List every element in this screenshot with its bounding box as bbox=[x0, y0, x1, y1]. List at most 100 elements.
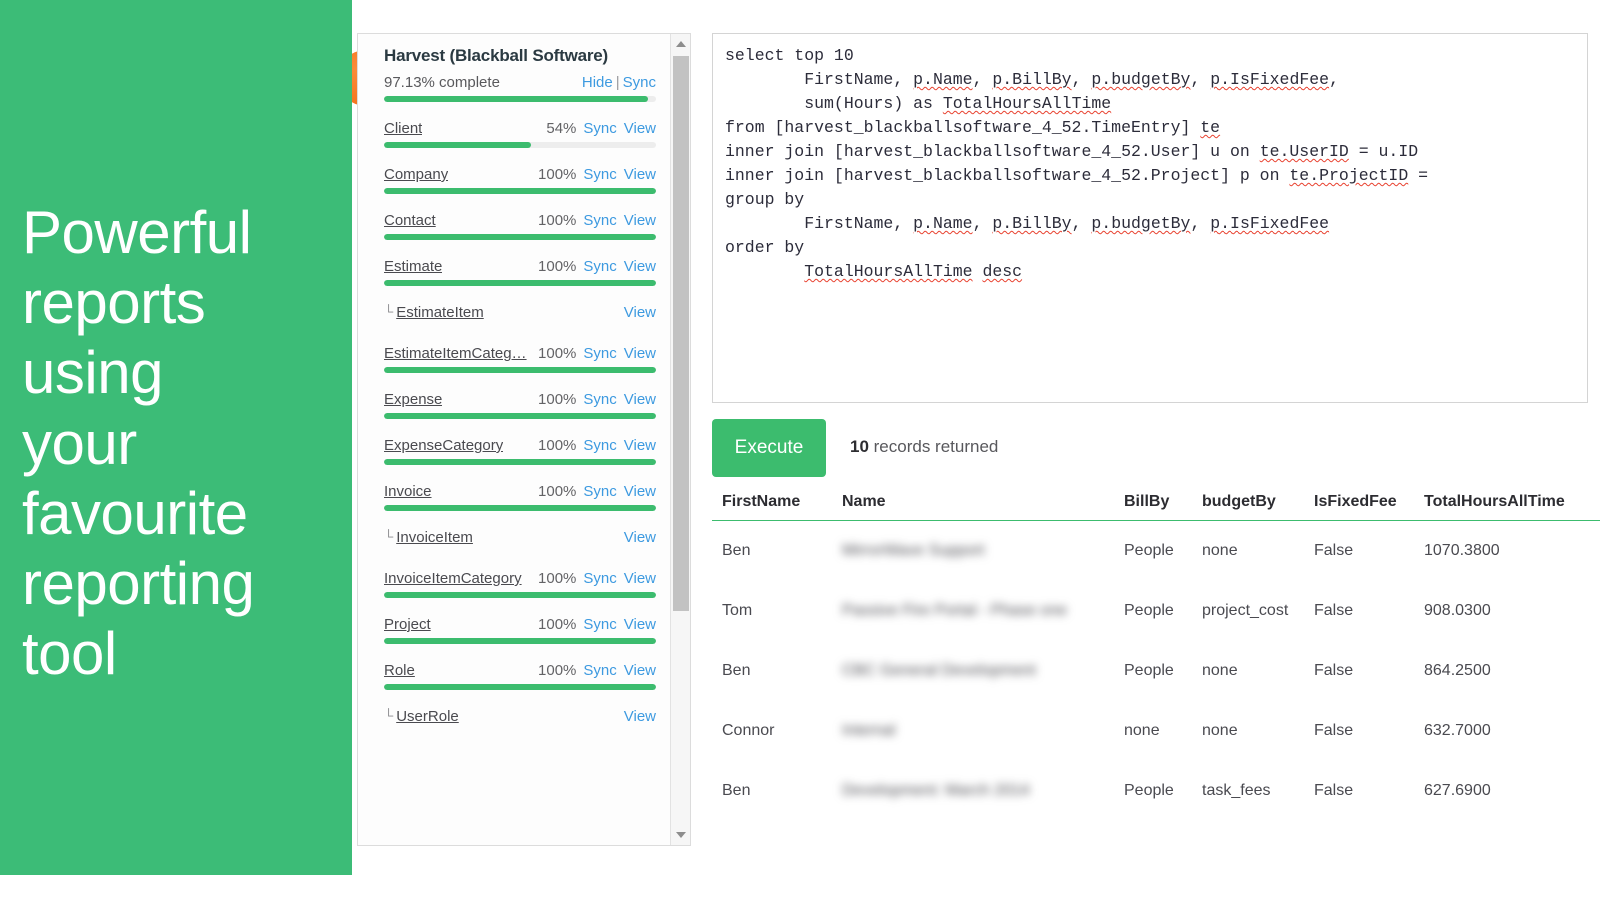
entity-percent: 100% bbox=[538, 616, 576, 633]
entity-percent: 100% bbox=[538, 483, 576, 500]
entity-view-link[interactable]: View bbox=[624, 529, 656, 546]
entity-sync-link[interactable]: Sync bbox=[583, 570, 616, 587]
entity-progress-track bbox=[384, 367, 656, 373]
entity-view-link[interactable]: View bbox=[624, 708, 656, 725]
entity-progress-fill bbox=[384, 413, 656, 419]
entity-view-link[interactable]: View bbox=[624, 304, 656, 321]
entity-name-link[interactable]: EstimateItem bbox=[396, 304, 484, 321]
entity-progress-fill bbox=[384, 188, 656, 194]
entity-percent: 100% bbox=[538, 166, 576, 183]
results-column-header[interactable]: budgetBy bbox=[1192, 487, 1304, 521]
entity-progress-track bbox=[384, 142, 656, 148]
results-column-header[interactable]: TotalHoursAllTime bbox=[1414, 487, 1600, 521]
table-row: TomPassive Fire Portal - Phase onePeople… bbox=[712, 581, 1600, 641]
entity-name-link[interactable]: Role bbox=[384, 662, 415, 679]
entity-row: Client54%SyncView bbox=[384, 120, 656, 137]
entity-left: Invoice bbox=[384, 483, 528, 500]
results-column-header[interactable]: Name bbox=[832, 487, 1114, 521]
execute-button[interactable]: Execute bbox=[712, 419, 826, 477]
entity-view-link[interactable]: View bbox=[624, 391, 656, 408]
entity-row: └EstimateItemView bbox=[384, 304, 656, 321]
scroll-down-arrow-icon[interactable] bbox=[671, 825, 691, 845]
entity-view-link[interactable]: View bbox=[624, 258, 656, 275]
sql-query-text[interactable]: select top 10 FirstName, p.Name, p.BillB… bbox=[725, 44, 1575, 284]
results-column-header[interactable]: BillBy bbox=[1114, 487, 1192, 521]
entity-left: └UserRole bbox=[384, 708, 614, 725]
redacted-project-name: Development: March 2014 bbox=[842, 782, 1030, 800]
entity-name-link[interactable]: Company bbox=[384, 166, 448, 183]
entity-actions: 100% Sync View bbox=[538, 662, 656, 679]
overall-progress-fill bbox=[384, 96, 648, 102]
redacted-project-name: MirrorWave Support bbox=[842, 542, 985, 560]
entity-view-link[interactable]: View bbox=[624, 212, 656, 229]
entity-row: InvoiceItemCategory 100% Sync View bbox=[384, 570, 656, 587]
entity-name-link[interactable]: Contact bbox=[384, 212, 436, 229]
entity-name-link[interactable]: Client bbox=[384, 120, 422, 137]
entity-view-link[interactable]: View bbox=[624, 483, 656, 500]
hide-link[interactable]: Hide bbox=[582, 74, 613, 91]
table-cell-isfixedfee: False bbox=[1304, 521, 1414, 582]
entity-name-link[interactable]: Invoice bbox=[384, 483, 432, 500]
entity-sync-link[interactable]: Sync bbox=[583, 212, 616, 229]
entity-view-link[interactable]: View bbox=[624, 616, 656, 633]
table-cell-firstname: Connor bbox=[712, 701, 832, 761]
entity-view-link[interactable]: View bbox=[624, 437, 656, 454]
entity-view-link[interactable]: View bbox=[624, 662, 656, 679]
table-cell-budgetby: task_fees bbox=[1192, 761, 1304, 821]
entity-name-link[interactable]: UserRole bbox=[396, 708, 459, 725]
entity-left: Estimate bbox=[384, 258, 528, 275]
records-suffix: records returned bbox=[869, 437, 998, 456]
results-column-header[interactable]: IsFixedFee bbox=[1304, 487, 1414, 521]
entity-view-link[interactable]: View bbox=[624, 166, 656, 183]
entity-progress-fill bbox=[384, 280, 656, 286]
entity-sync-link[interactable]: Sync bbox=[583, 483, 616, 500]
entity-name-link[interactable]: Estimate bbox=[384, 258, 442, 275]
overall-progress-label: 97.13% complete bbox=[384, 74, 500, 91]
table-cell-name: Passive Fire Portal - Phase one bbox=[832, 581, 1114, 641]
tree-branch-icon: └ bbox=[384, 530, 393, 543]
entity-name-link[interactable]: Project bbox=[384, 616, 431, 633]
entity-view-link[interactable]: View bbox=[624, 120, 656, 137]
results-column-header[interactable]: FirstName bbox=[712, 487, 832, 521]
entity-progress-fill bbox=[384, 142, 531, 148]
entity-actions: View bbox=[624, 529, 656, 546]
sql-editor[interactable]: select top 10 FirstName, p.Name, p.BillB… bbox=[712, 33, 1588, 403]
table-cell-name: Development: March 2014 bbox=[832, 761, 1114, 821]
entity-sync-link[interactable]: Sync bbox=[583, 391, 616, 408]
table-cell-name: Internal bbox=[832, 701, 1114, 761]
entity-view-link[interactable]: View bbox=[624, 570, 656, 587]
entity-sync-link[interactable]: Sync bbox=[583, 662, 616, 679]
entity-name-link[interactable]: InvoiceItemCategory bbox=[384, 570, 522, 587]
entity-view-link[interactable]: View bbox=[624, 345, 656, 362]
table-cell-firstname: Ben bbox=[712, 641, 832, 701]
overall-progress-track bbox=[384, 96, 656, 102]
entity-percent: 100% bbox=[538, 258, 576, 275]
scrollbar-thumb[interactable] bbox=[673, 56, 689, 611]
sync-all-link[interactable]: Sync bbox=[623, 74, 656, 91]
table-row: BenDevelopment: March 2014Peopletask_fee… bbox=[712, 761, 1600, 821]
entity-name-link[interactable]: InvoiceItem bbox=[396, 529, 473, 546]
entity-percent: 100% bbox=[538, 345, 576, 362]
table-cell-budgetby: none bbox=[1192, 701, 1304, 761]
table-cell-firstname: Ben bbox=[712, 761, 832, 821]
entity-sync-link[interactable]: Sync bbox=[583, 616, 616, 633]
scroll-up-arrow-icon[interactable] bbox=[671, 34, 691, 54]
entity-left: EstimateItemCateg… bbox=[384, 345, 528, 362]
entity-sync-link[interactable]: Sync bbox=[583, 437, 616, 454]
entity-sync-link[interactable]: Sync bbox=[583, 345, 616, 362]
entity-name-link[interactable]: EstimateItemCateg… bbox=[384, 345, 527, 362]
entity-sync-link[interactable]: Sync bbox=[583, 258, 616, 275]
table-cell-firstname: Ben bbox=[712, 521, 832, 582]
results-body: BenMirrorWave SupportPeoplenoneFalse1070… bbox=[712, 521, 1600, 822]
entity-name-link[interactable]: Expense bbox=[384, 391, 442, 408]
entity-actions: 100% Sync View bbox=[538, 258, 656, 275]
entity-actions: 100%SyncView bbox=[538, 437, 656, 454]
entity-actions: 100% Sync View bbox=[538, 483, 656, 500]
entity-percent: 100% bbox=[538, 570, 576, 587]
entity-sync-link[interactable]: Sync bbox=[583, 120, 616, 137]
sidebar-scrollbar[interactable] bbox=[670, 34, 690, 845]
entity-percent: 100% bbox=[538, 662, 576, 679]
entity-sync-link[interactable]: Sync bbox=[583, 166, 616, 183]
entity-name-link[interactable]: ExpenseCategory bbox=[384, 437, 503, 454]
entity-row: Expense100%SyncView bbox=[384, 391, 656, 408]
